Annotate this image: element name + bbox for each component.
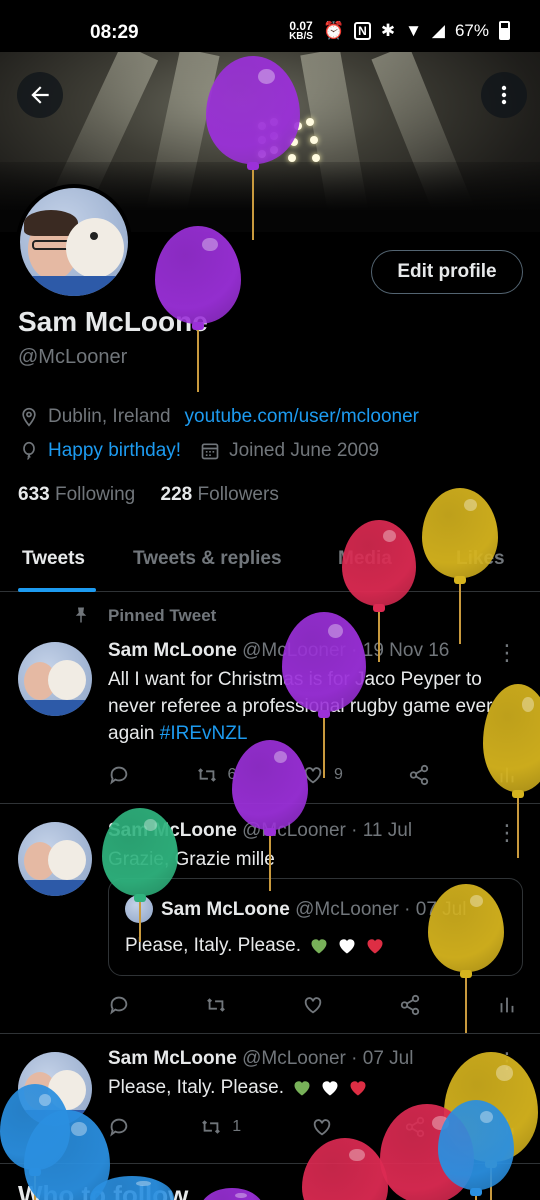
tweet-item[interactable]: Sam McLoone @McLooner · 07 Jul ⋮ Please,…: [0, 1034, 540, 1164]
status-time: 08:29: [90, 22, 139, 43]
back-button[interactable]: [17, 72, 63, 118]
reply-icon: [110, 1118, 128, 1137]
status-icons: 0.07 KB/S ⏰ N ✱ ▼ ◢ 67%: [289, 19, 510, 42]
share-button[interactable]: [404, 1116, 426, 1138]
profile-name: Sam McLoone: [18, 306, 208, 337]
quoted-tweet[interactable]: Sam McLoone @McLooner · 07 Jul Please, I…: [108, 878, 523, 976]
arrow-left-icon: [31, 86, 49, 104]
retweet-button[interactable]: [205, 994, 227, 1016]
tweet-header: Sam McLoone @McLooner · 07 Jul: [108, 1048, 414, 1069]
analytics-button[interactable]: [496, 764, 518, 786]
wifi-icon: ▼: [405, 20, 422, 40]
nfc-icon: N: [354, 21, 371, 40]
edit-profile-button[interactable]: Edit profile: [371, 250, 523, 294]
tweet-more-icon[interactable]: ⋮: [496, 820, 518, 846]
share-button[interactable]: [399, 994, 421, 1016]
share-icon: [405, 1116, 424, 1138]
follow-counts: 633 Following 228 Followers: [18, 484, 279, 506]
profile-info-row-1: Dublin, Ireland youtube.com/user/mcloone…: [18, 406, 419, 428]
share-icon: [410, 764, 429, 786]
retweet-icon: [202, 1120, 221, 1134]
heart-outline-icon: [304, 997, 322, 1014]
following-link[interactable]: 633 Following: [18, 484, 135, 505]
like-button[interactable]: 9: [302, 764, 343, 786]
status-bar: 08:29 0.07 KB/S ⏰ N ✱ ▼ ◢ 67%: [0, 0, 540, 52]
retweet-button[interactable]: 1: [200, 1116, 241, 1138]
tweet-actions: 1: [108, 1116, 518, 1138]
pin-icon: [72, 606, 90, 629]
tweet-actions: 6 9: [108, 764, 518, 786]
tweet-text: Grazie, Grazie mille: [108, 849, 275, 870]
red-heart-icon: [367, 939, 383, 954]
alarm-icon: ⏰: [322, 20, 345, 40]
heart-outline-icon: [304, 767, 322, 784]
share-icon: [400, 994, 420, 1016]
tweet-more-icon[interactable]: ⋮: [496, 1048, 518, 1074]
green-heart-icon: [311, 939, 327, 954]
pinned-tweet-label: Pinned Tweet: [108, 606, 217, 625]
analytics-button[interactable]: [496, 1116, 518, 1138]
who-to-follow-heading: Who to follow: [18, 1180, 189, 1200]
tab-media[interactable]: Media: [338, 548, 392, 570]
red-heart-icon: [350, 1080, 366, 1095]
quoted-tweet-avatar: [125, 895, 153, 923]
retweet-button[interactable]: 6: [196, 764, 236, 786]
hashtag-link[interactable]: #IREvNZL: [160, 723, 248, 744]
calendar-icon: [199, 440, 221, 462]
more-options-button[interactable]: [481, 72, 527, 118]
reply-button[interactable]: [108, 994, 130, 1016]
profile-handle: @McLooner: [18, 346, 128, 368]
tweet-header: Sam McLoone @McLooner · 19 Nov 16: [108, 640, 450, 661]
tweet-more-icon[interactable]: ⋮: [496, 640, 518, 666]
reply-icon: [110, 766, 128, 785]
more-vertical-icon: [501, 85, 507, 105]
share-button[interactable]: [408, 764, 430, 786]
profile-website-link[interactable]: youtube.com/user/mclooner: [185, 406, 419, 428]
network-speed: 0.07 KB/S: [289, 19, 313, 42]
battery-icon: [499, 21, 510, 40]
analytics-icon: [500, 997, 514, 1013]
tab-likes[interactable]: Likes: [456, 548, 505, 570]
tweet-avatar[interactable]: [18, 642, 92, 716]
tweet-actions: [108, 994, 518, 1016]
tweet-text: All I want for Christmas is for Jaco Pey…: [108, 669, 493, 744]
balloon-icon: [200, 1188, 264, 1200]
balloon-icon: [18, 440, 40, 462]
followers-link[interactable]: 228 Followers: [161, 484, 279, 505]
analytics-button[interactable]: [496, 994, 518, 1016]
joined-date: Joined June 2009: [229, 440, 380, 461]
tweet-avatar[interactable]: [18, 1052, 92, 1126]
like-button[interactable]: [302, 994, 324, 1016]
green-heart-icon: [294, 1080, 310, 1095]
tab-tweets-and-replies[interactable]: Tweets & replies: [133, 548, 282, 570]
tweet-avatar[interactable]: [18, 822, 92, 896]
profile-tabs: Tweets Tweets & replies Media Likes: [0, 530, 540, 592]
reply-icon: [110, 996, 128, 1015]
analytics-icon: [500, 1119, 514, 1135]
tweet-header: Sam McLoone @McLooner · 11 Jul: [108, 820, 413, 841]
profile-info-row-2: Happy birthday! Joined June 2009: [18, 440, 379, 462]
profile-location: Dublin, Ireland: [48, 406, 171, 427]
profile-avatar[interactable]: [16, 184, 132, 300]
retweet-icon: [197, 768, 216, 782]
battery-text: 67%: [454, 20, 489, 40]
like-button[interactable]: [311, 1116, 333, 1138]
reply-button[interactable]: [108, 764, 130, 786]
tweet-item-pinned[interactable]: Pinned Tweet Sam McLoone @McLooner · 19 …: [0, 592, 540, 804]
heart-outline-icon: [314, 1119, 331, 1136]
quoted-tweet-text: Please, Italy. Please.: [125, 935, 385, 957]
analytics-icon: [500, 767, 514, 783]
reply-button[interactable]: [108, 1116, 130, 1138]
tweet-text: Please, Italy. Please.: [108, 1074, 528, 1101]
location-pin-icon: [18, 406, 40, 428]
signal-icon: ◢: [431, 20, 445, 40]
birthday-link[interactable]: Happy birthday!: [48, 440, 181, 462]
quoted-tweet-header: Sam McLoone @McLooner · 07 Jul: [161, 899, 467, 920]
white-heart-icon: [339, 939, 355, 954]
white-heart-icon: [322, 1080, 338, 1095]
bluetooth-icon: ✱: [380, 20, 396, 40]
tab-tweets[interactable]: Tweets: [22, 548, 85, 570]
retweet-icon: [207, 998, 225, 1012]
